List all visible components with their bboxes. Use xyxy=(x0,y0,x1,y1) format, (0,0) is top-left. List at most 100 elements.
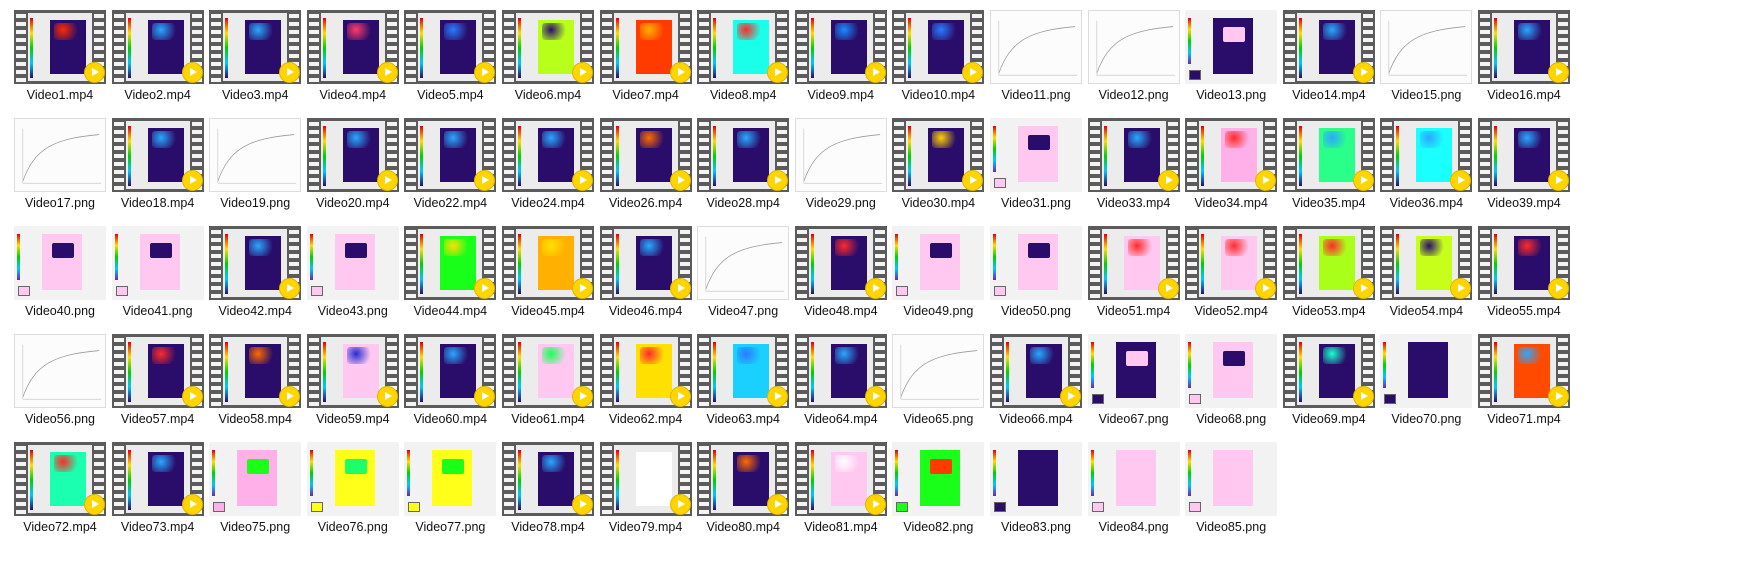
file-item[interactable]: Video51.mp4 xyxy=(1080,220,1188,332)
file-item[interactable]: Video4.mp4 xyxy=(299,4,407,116)
file-item[interactable]: Video8.mp4 xyxy=(689,4,797,116)
file-item[interactable]: Video77.png xyxy=(396,436,504,548)
file-item[interactable]: Video29.png xyxy=(787,112,895,224)
file-item[interactable]: Video73.mp4 xyxy=(104,436,212,548)
file-item[interactable]: Video68.png xyxy=(1177,328,1285,440)
plot-area xyxy=(1318,344,1355,398)
plot-area xyxy=(1026,344,1062,398)
file-item[interactable]: Video40.png xyxy=(6,220,114,332)
file-item[interactable]: Video64.mp4 xyxy=(787,328,895,440)
file-item[interactable]: Video65.png xyxy=(884,328,992,440)
file-item[interactable]: Video36.mp4 xyxy=(1372,112,1480,224)
file-item[interactable]: Video3.mp4 xyxy=(201,4,309,116)
file-item[interactable]: Video56.png xyxy=(6,328,114,440)
file-item[interactable]: Video42.mp4 xyxy=(201,220,309,332)
mini-preview xyxy=(115,286,128,296)
video-thumbnail xyxy=(599,334,692,408)
file-item[interactable]: Video30.mp4 xyxy=(884,112,992,224)
file-item[interactable]: Video44.mp4 xyxy=(396,220,504,332)
file-item[interactable]: Video85.png xyxy=(1177,436,1285,548)
file-item[interactable]: Video62.mp4 xyxy=(592,328,700,440)
file-item[interactable]: Video11.png xyxy=(982,4,1090,116)
file-item[interactable]: Video60.mp4 xyxy=(396,328,504,440)
file-item[interactable]: Video6.mp4 xyxy=(494,4,602,116)
plot-region xyxy=(1028,459,1050,474)
file-item[interactable]: Video20.mp4 xyxy=(299,112,407,224)
file-item[interactable]: Video18.mp4 xyxy=(104,112,212,224)
file-item[interactable]: Video26.mp4 xyxy=(592,112,700,224)
file-item[interactable]: Video52.mp4 xyxy=(1177,220,1285,332)
file-item[interactable]: Video58.mp4 xyxy=(201,328,309,440)
file-item[interactable]: Video9.mp4 xyxy=(787,4,895,116)
file-item[interactable]: Video72.mp4 xyxy=(6,436,114,548)
file-item[interactable]: Video57.mp4 xyxy=(104,328,212,440)
file-item[interactable]: Video46.mp4 xyxy=(592,220,700,332)
image-thumbnail xyxy=(404,442,497,516)
file-item[interactable]: Video84.png xyxy=(1080,436,1188,548)
colorbar xyxy=(127,18,131,78)
file-item[interactable]: Video16.mp4 xyxy=(1470,4,1578,116)
file-item[interactable]: Video7.mp4 xyxy=(592,4,700,116)
file-item[interactable]: Video79.mp4 xyxy=(592,436,700,548)
file-item[interactable]: Video13.png xyxy=(1177,4,1285,116)
file-item[interactable]: Video12.png xyxy=(1080,4,1188,116)
file-item[interactable]: Video70.png xyxy=(1372,328,1480,440)
file-item[interactable]: Video82.png xyxy=(884,436,992,548)
file-item[interactable]: Video22.mp4 xyxy=(396,112,504,224)
file-item[interactable]: Video83.png xyxy=(982,436,1090,548)
plot-area xyxy=(342,20,379,74)
file-item[interactable]: Video24.mp4 xyxy=(494,112,602,224)
plot-hotspot xyxy=(1225,131,1252,148)
plot-area xyxy=(635,344,672,398)
file-item[interactable]: Video33.mp4 xyxy=(1080,112,1188,224)
file-item[interactable]: Video14.mp4 xyxy=(1275,4,1383,116)
file-item[interactable]: Video78.mp4 xyxy=(494,436,602,548)
file-item[interactable]: Video63.mp4 xyxy=(689,328,797,440)
plot-region xyxy=(1028,135,1050,150)
colorbar xyxy=(407,450,411,496)
file-item[interactable]: Video10.mp4 xyxy=(884,4,992,116)
plot-area xyxy=(147,128,184,182)
file-item[interactable]: Video31.png xyxy=(982,112,1090,224)
video-thumbnail xyxy=(404,334,497,408)
file-item[interactable]: Video59.mp4 xyxy=(299,328,407,440)
file-item[interactable]: Video67.png xyxy=(1080,328,1188,440)
file-item[interactable]: Video45.mp4 xyxy=(494,220,602,332)
file-item[interactable]: Video54.mp4 xyxy=(1372,220,1480,332)
file-name-label: Video17.png xyxy=(25,196,95,210)
file-item[interactable]: Video19.png xyxy=(201,112,309,224)
file-item[interactable]: Video76.png xyxy=(299,436,407,548)
colorbar xyxy=(1396,234,1400,294)
file-item[interactable]: Video17.png xyxy=(6,112,114,224)
file-item[interactable]: Video2.mp4 xyxy=(104,4,212,116)
file-item[interactable]: Video41.png xyxy=(104,220,212,332)
file-item[interactable]: Video48.mp4 xyxy=(787,220,895,332)
file-item[interactable]: Video81.mp4 xyxy=(787,436,895,548)
file-item[interactable]: Video69.mp4 xyxy=(1275,328,1383,440)
image-thumbnail xyxy=(14,118,106,192)
file-item[interactable]: Video15.png xyxy=(1372,4,1480,116)
file-item[interactable]: Video50.png xyxy=(982,220,1090,332)
image-thumbnail xyxy=(111,226,204,300)
file-item[interactable]: Video61.mp4 xyxy=(494,328,602,440)
file-item[interactable]: Video28.mp4 xyxy=(689,112,797,224)
file-item[interactable]: Video71.mp4 xyxy=(1470,328,1578,440)
file-item[interactable]: Video47.png xyxy=(689,220,797,332)
file-item[interactable]: Video34.mp4 xyxy=(1177,112,1285,224)
file-name-label: Video36.mp4 xyxy=(1389,196,1464,210)
file-item[interactable]: Video75.png xyxy=(201,436,309,548)
file-item[interactable]: Video43.png xyxy=(299,220,407,332)
file-item[interactable]: Video80.mp4 xyxy=(689,436,797,548)
file-item[interactable]: Video5.mp4 xyxy=(396,4,504,116)
file-item[interactable]: Video53.mp4 xyxy=(1275,220,1383,332)
image-thumbnail xyxy=(1380,334,1473,408)
video-frame xyxy=(613,13,678,81)
file-item[interactable]: Video55.mp4 xyxy=(1470,220,1578,332)
file-item[interactable]: Video66.mp4 xyxy=(982,328,1090,440)
file-item[interactable]: Video35.mp4 xyxy=(1275,112,1383,224)
file-item[interactable]: Video39.mp4 xyxy=(1470,112,1578,224)
file-item[interactable]: Video1.mp4 xyxy=(6,4,114,116)
plot-region xyxy=(930,243,953,258)
file-item[interactable]: Video49.png xyxy=(884,220,992,332)
file-name-label: Video10.mp4 xyxy=(901,88,976,102)
